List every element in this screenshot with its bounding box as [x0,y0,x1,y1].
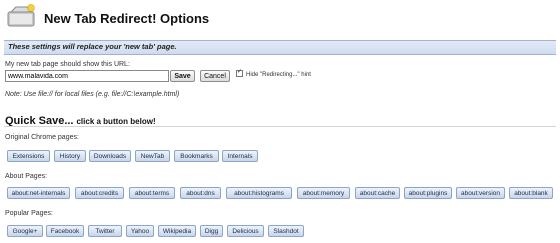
info-banner: These settings will replace your 'new ta… [4,40,556,55]
quick-save-subtitle: click a button below! [76,117,156,126]
popular-page-button[interactable]: Digg [200,225,223,237]
about-page-button[interactable]: about:net-internals [7,187,70,199]
about-page-button[interactable]: about:version [456,187,505,199]
divider [4,126,556,127]
about-page-button[interactable]: about:terms [129,187,175,199]
popular-page-button[interactable]: Delicious [227,225,264,237]
url-input[interactable] [5,70,169,82]
about-page-button[interactable]: about:cache [355,187,400,199]
chrome-page-button[interactable]: Bookmarks [174,150,219,162]
about-page-button[interactable]: about:plugins [404,187,452,199]
new-tab-logo-icon [7,4,35,27]
about-page-button[interactable]: about:memory [297,187,350,199]
popular-page-button[interactable]: Twitter [88,225,122,237]
about-page-button[interactable]: about:dns [180,187,221,199]
about-page-button[interactable]: about:histograms [226,187,292,199]
local-files-note: Note: Use file:// for local files (e.g. … [5,91,180,98]
chrome-page-button[interactable]: NewTab [135,150,170,162]
chrome-page-button[interactable]: Internals [222,150,258,162]
popular-page-button[interactable]: Yahoo [126,225,154,237]
chrome-page-button[interactable]: History [54,150,86,162]
section-label-chrome-pages: Original Chrome pages: [5,134,79,141]
chrome-page-button[interactable]: Downloads [89,150,131,162]
section-label-popular-pages: Popular Pages: [5,210,53,217]
banner-text: These settings will replace your 'new ta… [8,42,177,51]
page-header: New Tab Redirect! Options [0,0,560,40]
url-label: My new tab page should show this URL: [5,61,130,68]
save-button[interactable]: Save [170,70,195,82]
cancel-button[interactable]: Cancel [200,70,230,82]
hide-hint-checkbox[interactable] [236,68,243,77]
popular-page-button[interactable]: Facebook [46,225,84,237]
about-page-button[interactable]: about:credits [75,187,124,199]
page-title: New Tab Redirect! Options [44,11,210,26]
popular-page-button[interactable]: Wikipedia [158,225,196,237]
popular-page-button[interactable]: Google+ [7,225,43,237]
popular-page-button[interactable]: Slashdot [268,225,304,237]
chrome-page-button[interactable]: Extensions [7,150,50,162]
section-label-about-pages: About Pages: [5,173,48,180]
hide-hint-label: Hide "Redirecting..." hint [246,72,311,78]
about-page-button[interactable]: about:blank [509,187,553,199]
